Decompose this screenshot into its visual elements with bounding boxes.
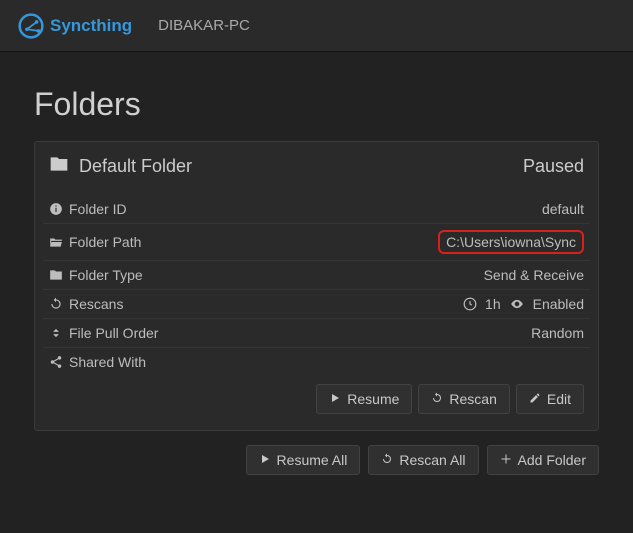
- folder-open-icon: [49, 235, 63, 249]
- resume-label: Resume: [347, 391, 399, 407]
- pull-order-value: Random: [281, 319, 590, 348]
- global-actions: Resume All Rescan All Add Folder: [34, 445, 599, 475]
- rescan-button[interactable]: Rescan: [418, 384, 509, 414]
- refresh-icon: [49, 297, 63, 311]
- folder-actions: Resume Rescan Edit: [43, 376, 590, 416]
- resume-button[interactable]: Resume: [316, 384, 412, 414]
- folder-panel-header[interactable]: Default Folder Paused: [35, 142, 598, 191]
- add-folder-button[interactable]: Add Folder: [487, 445, 599, 475]
- row-pull-order: File Pull Order Random: [43, 319, 590, 348]
- refresh-icon: [381, 452, 393, 468]
- rescans-label: Rescans: [69, 296, 123, 312]
- folder-info-table: Folder ID default Folder Path C:\Users\i…: [43, 195, 590, 376]
- row-folder-path: Folder Path C:\Users\iowna\Sync: [43, 224, 590, 261]
- folder-path-label: Folder Path: [69, 234, 141, 250]
- rescan-all-button[interactable]: Rescan All: [368, 445, 478, 475]
- rescan-all-label: Rescan All: [399, 452, 465, 468]
- pull-order-label: File Pull Order: [69, 325, 158, 341]
- sort-icon: [49, 326, 63, 340]
- folder-type-value: Send & Receive: [281, 261, 590, 290]
- folder-id-label: Folder ID: [69, 201, 127, 217]
- share-icon: [49, 355, 63, 369]
- folder-path-value: C:\Users\iowna\Sync: [446, 234, 576, 250]
- brand[interactable]: Syncthing: [18, 13, 132, 39]
- row-rescans: Rescans 1h Enabled: [43, 290, 590, 319]
- add-folder-label: Add Folder: [518, 452, 586, 468]
- pencil-icon: [529, 391, 541, 407]
- folder-type-label: Folder Type: [69, 267, 143, 283]
- play-icon: [259, 452, 271, 468]
- play-icon: [329, 391, 341, 407]
- folder-title: Default Folder: [79, 156, 192, 177]
- folder-id-value: default: [281, 195, 590, 224]
- folder-panel: Default Folder Paused Folder ID default: [34, 141, 599, 431]
- navbar: Syncthing DIBAKAR-PC: [0, 0, 633, 52]
- shared-with-value: [281, 348, 590, 377]
- rescans-watch: Enabled: [533, 296, 584, 312]
- shared-with-label: Shared With: [69, 354, 146, 370]
- folder-panel-body: Folder ID default Folder Path C:\Users\i…: [35, 191, 598, 430]
- eye-icon: [509, 296, 525, 312]
- brand-name: Syncthing: [50, 16, 132, 36]
- page-title: Folders: [34, 86, 599, 123]
- folder-status: Paused: [523, 156, 584, 177]
- edit-button[interactable]: Edit: [516, 384, 584, 414]
- rescan-label: Rescan: [449, 391, 496, 407]
- folder-icon: [49, 268, 63, 282]
- rescans-interval: 1h: [485, 296, 501, 312]
- refresh-icon: [431, 391, 443, 407]
- content: Folders Default Folder Paused Folder ID: [0, 52, 633, 495]
- resume-all-button[interactable]: Resume All: [246, 445, 361, 475]
- row-folder-id: Folder ID default: [43, 195, 590, 224]
- clock-icon: [463, 296, 477, 312]
- device-name[interactable]: DIBAKAR-PC: [158, 17, 250, 34]
- info-icon: [49, 202, 63, 216]
- folder-icon: [49, 154, 69, 179]
- folder-path-highlight: C:\Users\iowna\Sync: [438, 230, 584, 254]
- resume-all-label: Resume All: [277, 452, 348, 468]
- row-folder-type: Folder Type Send & Receive: [43, 261, 590, 290]
- edit-label: Edit: [547, 391, 571, 407]
- plus-icon: [500, 452, 512, 468]
- syncthing-logo-icon: [18, 13, 44, 39]
- row-shared-with: Shared With: [43, 348, 590, 377]
